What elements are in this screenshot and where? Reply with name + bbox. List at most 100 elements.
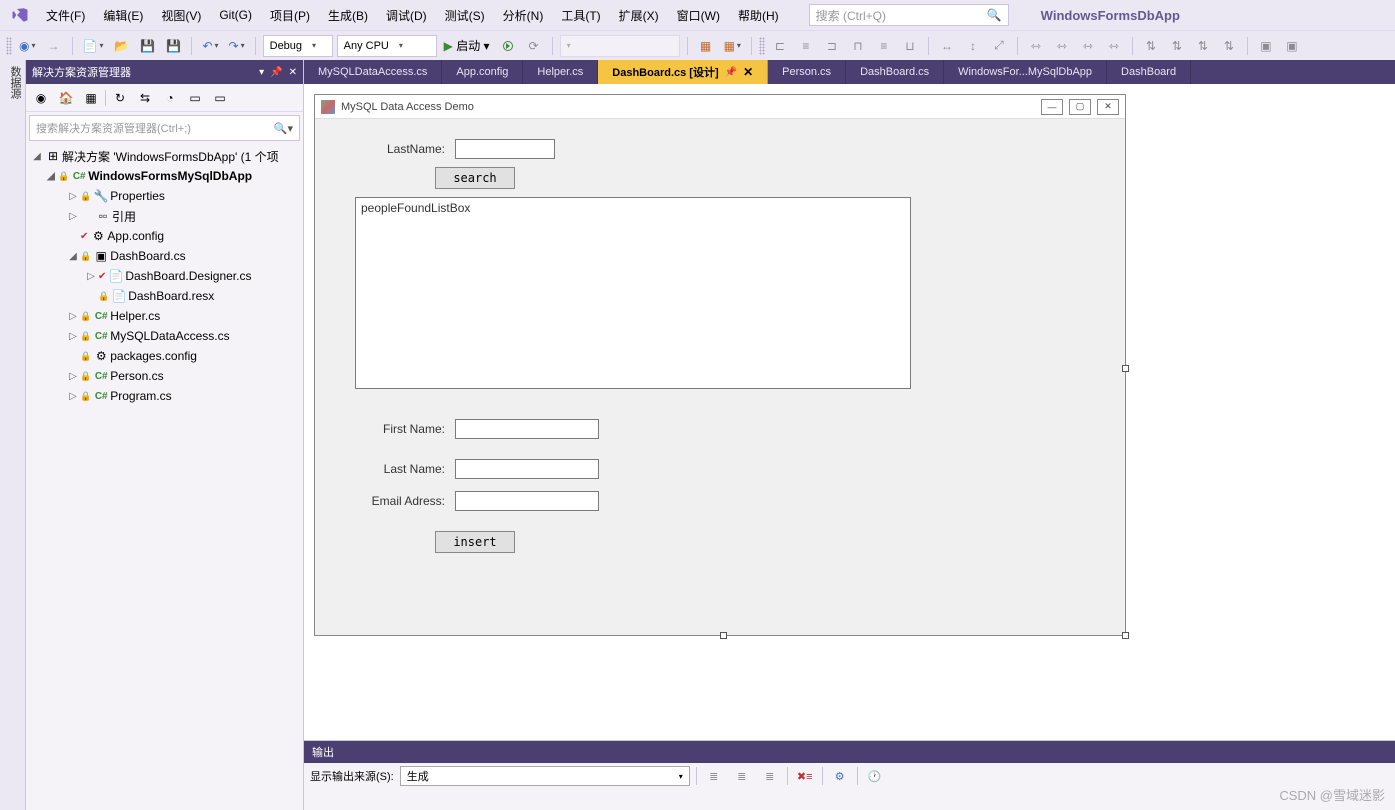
menu-help[interactable]: 帮助(H) <box>730 3 787 28</box>
align-center-button[interactable]: ≡ <box>795 35 817 57</box>
menu-edit[interactable]: 编辑(E) <box>95 3 151 28</box>
tab-dashboard-extra[interactable]: DashBoard <box>1107 60 1191 84</box>
save-all-button[interactable]: 💾 <box>162 35 184 57</box>
menu-tools[interactable]: 工具(T) <box>553 3 608 28</box>
size-height-button[interactable]: ↕ <box>962 35 984 57</box>
tree-properties-node[interactable]: ▷🔒🔧Properties <box>26 186 303 206</box>
menu-file[interactable]: 文件(F) <box>38 3 93 28</box>
align-middle-button[interactable]: ≡ <box>873 35 895 57</box>
hspace-button[interactable]: ⇿ <box>1025 35 1047 57</box>
resize-handle-e[interactable] <box>1122 365 1129 372</box>
vspace-dec-button[interactable]: ⇅ <box>1192 35 1214 57</box>
undo-button[interactable]: ↶ <box>199 35 221 57</box>
tree-dashboard-node[interactable]: ◢🔒▣DashBoard.cs <box>26 246 303 266</box>
search-button[interactable]: search <box>435 167 515 189</box>
tab-helper[interactable]: Helper.cs <box>523 60 598 84</box>
center-v-button[interactable]: ▣ <box>1281 35 1303 57</box>
pin-icon[interactable]: 📌 <box>725 67 737 78</box>
menu-analyze[interactable]: 分析(N) <box>495 3 552 28</box>
datasource-tab[interactable]: 数据源 <box>0 60 26 810</box>
grid-button[interactable]: ▦ <box>721 35 744 57</box>
timestamp-icon[interactable]: 🕐 <box>864 766 886 786</box>
tab-mysqldataaccess[interactable]: MySQLDataAccess.cs <box>304 60 442 84</box>
show-all-icon[interactable]: ◔ <box>159 87 181 109</box>
tree-dashboard-resx-node[interactable]: 🔒📄DashBoard.resx <box>26 286 303 306</box>
menu-build[interactable]: 生成(B) <box>320 3 376 28</box>
tree-dashboard-designer-node[interactable]: ▷✔📄DashBoard.Designer.cs <box>26 266 303 286</box>
tab-dashboard-cs[interactable]: DashBoard.cs <box>846 60 944 84</box>
lastname-input[interactable] <box>455 139 555 159</box>
redo-button[interactable]: ↷ <box>226 35 248 57</box>
home-icon[interactable]: 🏠 <box>55 87 77 109</box>
collapse-icon[interactable]: ⇆ <box>134 87 156 109</box>
center-h-button[interactable]: ▣ <box>1255 35 1277 57</box>
tree-person-node[interactable]: ▷🔒C#Person.cs <box>26 366 303 386</box>
preview-icon[interactable]: ▭ <box>209 87 231 109</box>
tab-appconfig[interactable]: App.config <box>442 60 523 84</box>
maximize-icon[interactable]: ▢ <box>1069 99 1091 115</box>
size-width-button[interactable]: ↔ <box>936 35 958 57</box>
tree-packages-node[interactable]: 🔒⚙packages.config <box>26 346 303 366</box>
menu-project[interactable]: 项目(P) <box>262 3 318 28</box>
tab-dashboard-design[interactable]: DashBoard.cs [设计]📌✕ <box>598 60 768 84</box>
close-icon[interactable]: ✕ <box>289 67 297 78</box>
hspace-dec-button[interactable]: ⇿ <box>1077 35 1099 57</box>
tree-solution-node[interactable]: ◢⊞解决方案 'WindowsFormsDbApp' (1 个项 <box>26 146 303 166</box>
menu-window[interactable]: 窗口(W) <box>669 3 728 28</box>
winform-preview[interactable]: MySQL Data Access Demo — ▢ ✕ LastName: s… <box>314 94 1126 636</box>
step-button[interactable]: ⟳ <box>523 35 545 57</box>
refresh-icon[interactable]: ↻ <box>109 87 131 109</box>
people-listbox[interactable]: peopleFoundListBox <box>355 197 911 389</box>
back-icon[interactable]: ◉ <box>30 87 52 109</box>
close-icon[interactable]: ✕ <box>1097 99 1119 115</box>
menu-view[interactable]: 视图(V) <box>153 3 209 28</box>
vspace-button[interactable]: ⇅ <box>1140 35 1162 57</box>
layout-button[interactable]: ▦ <box>695 35 717 57</box>
global-search-input[interactable]: 搜索 (Ctrl+Q) 🔍 <box>809 4 1009 26</box>
resize-handle-se[interactable] <box>1122 632 1129 639</box>
tree-helper-node[interactable]: ▷🔒C#Helper.cs <box>26 306 303 326</box>
output-source-select[interactable]: 生成 <box>400 766 690 786</box>
firstname-input[interactable] <box>455 419 599 439</box>
tree-references-node[interactable]: ▷▫▫引用 <box>26 206 303 226</box>
minimize-icon[interactable]: — <box>1041 99 1063 115</box>
menu-test[interactable]: 测试(S) <box>437 3 493 28</box>
new-project-button[interactable]: 📄 <box>80 35 107 57</box>
nav-fwd-button[interactable]: → <box>43 35 65 57</box>
form-designer-surface[interactable]: MySQL Data Access Demo — ▢ ✕ LastName: s… <box>304 84 1395 740</box>
email-input[interactable] <box>455 491 599 511</box>
save-button[interactable]: 💾 <box>136 35 158 57</box>
tree-appconfig-node[interactable]: ✔⚙App.config <box>26 226 303 246</box>
size-both-button[interactable]: ⤢ <box>988 35 1010 57</box>
insert-button[interactable]: insert <box>435 531 515 553</box>
align-left-button[interactable]: ⊏ <box>769 35 791 57</box>
close-icon[interactable]: ✕ <box>743 65 753 79</box>
start-nodebug-button[interactable] <box>497 35 519 57</box>
clear-icon[interactable]: ≣ <box>759 766 781 786</box>
hspace-rem-button[interactable]: ⇿ <box>1103 35 1125 57</box>
pin-icon[interactable]: 📌 <box>270 67 282 78</box>
sync-icon[interactable]: ▦ <box>80 87 102 109</box>
solution-search-input[interactable]: 搜索解决方案资源管理器(Ctrl+;) 🔍▾ <box>29 115 300 141</box>
align-right-button[interactable]: ⊐ <box>821 35 843 57</box>
lastname2-input[interactable] <box>455 459 599 479</box>
menu-extensions[interactable]: 扩展(X) <box>611 3 667 28</box>
goto-next-icon[interactable]: ≣ <box>731 766 753 786</box>
vspace-inc-button[interactable]: ⇅ <box>1166 35 1188 57</box>
tree-mysql-node[interactable]: ▷🔒C#MySQLDataAccess.cs <box>26 326 303 346</box>
resize-handle-s[interactable] <box>720 632 727 639</box>
tab-person[interactable]: Person.cs <box>768 60 846 84</box>
menu-git[interactable]: Git(G) <box>211 4 260 26</box>
tree-project-node[interactable]: ◢🔒C#WindowsFormsMySqlDbApp <box>26 166 303 186</box>
menu-debug[interactable]: 调试(D) <box>378 3 435 28</box>
vspace-rem-button[interactable]: ⇅ <box>1218 35 1240 57</box>
hspace-inc-button[interactable]: ⇿ <box>1051 35 1073 57</box>
platform-select[interactable]: Any CPU <box>337 35 437 57</box>
goto-prev-icon[interactable]: ≣ <box>703 766 725 786</box>
start-debug-button[interactable]: ▶ 启动 ▾ <box>441 35 493 57</box>
align-bottom-button[interactable]: ⊔ <box>899 35 921 57</box>
panel-menu-icon[interactable]: ▾ <box>259 67 264 78</box>
clear-all-icon[interactable]: ⚙ <box>829 766 851 786</box>
process-select[interactable] <box>560 35 680 57</box>
config-select[interactable]: Debug <box>263 35 333 57</box>
